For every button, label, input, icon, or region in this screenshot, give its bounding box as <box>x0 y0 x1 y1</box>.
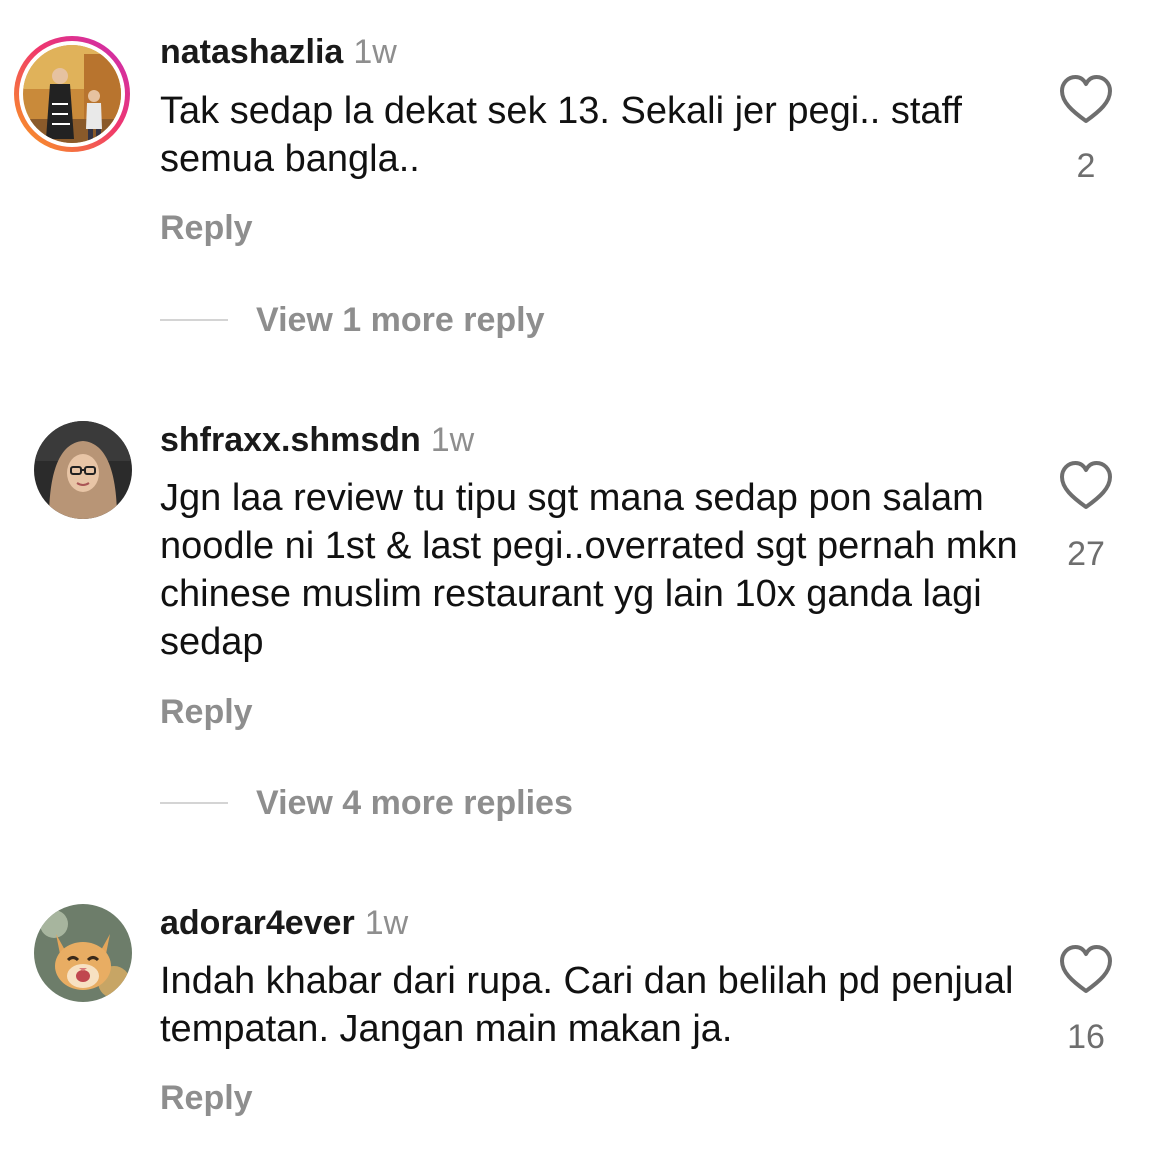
username[interactable]: natashazlia <box>160 33 343 71</box>
comment-text: Jgn laa review tu tipu sgt mana sedap po… <box>160 477 1018 663</box>
reply-button[interactable]: Reply <box>160 208 253 248</box>
avatar[interactable] <box>34 904 132 1002</box>
timestamp: 1w <box>364 904 409 942</box>
like-count: 16 <box>1067 1018 1105 1056</box>
comment-text: Indah khabar dari rupa. Cari dan belilah… <box>160 960 1014 1050</box>
avatar[interactable] <box>12 34 132 154</box>
thread-line <box>160 319 228 321</box>
thread-line <box>160 802 228 804</box>
comment-text: Tak sedap la dekat sek 13. Sekali jer pe… <box>160 90 962 180</box>
comment-header: adorar4ever 1w <box>160 903 408 943</box>
username[interactable]: adorar4ever <box>160 904 355 942</box>
comment-header: shfraxx.shmsdn 1w <box>160 420 474 460</box>
heart-outline-icon[interactable] <box>1058 460 1114 512</box>
username[interactable]: shfraxx.shmsdn <box>160 421 421 459</box>
reply-button[interactable]: Reply <box>160 692 253 732</box>
comment-header: natashazlia 1w <box>160 32 397 72</box>
heart-outline-icon[interactable] <box>1058 74 1114 126</box>
view-more-replies-button[interactable]: View 1 more reply <box>160 300 545 340</box>
view-more-replies-label: View 1 more reply <box>256 300 545 339</box>
like-count: 2 <box>1076 147 1096 185</box>
timestamp: 1w <box>430 421 475 459</box>
view-more-replies-label: View 4 more replies <box>256 783 573 822</box>
like-count: 27 <box>1067 535 1105 573</box>
avatar[interactable] <box>34 421 132 519</box>
heart-outline-icon[interactable] <box>1058 944 1114 996</box>
view-more-replies-button[interactable]: View 4 more replies <box>160 783 573 823</box>
timestamp: 1w <box>353 33 397 71</box>
reply-button[interactable]: Reply <box>160 1078 253 1118</box>
